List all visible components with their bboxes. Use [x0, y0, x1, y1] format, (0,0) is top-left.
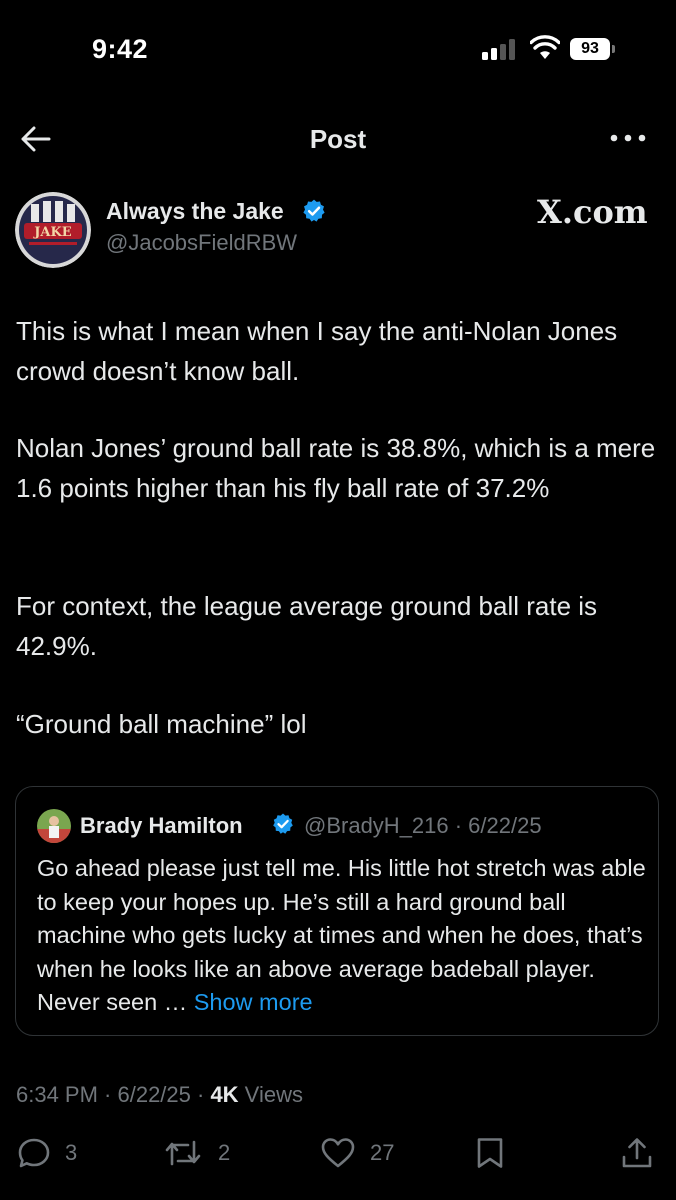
wifi-icon	[530, 35, 560, 59]
repost-icon	[165, 1140, 201, 1166]
repost-button[interactable]: 2	[164, 1136, 244, 1170]
page-title: Post	[309, 124, 367, 154]
bookmark-button[interactable]	[473, 1136, 507, 1170]
bookmark-icon	[477, 1138, 503, 1168]
view-count: 4K	[210, 1082, 239, 1107]
verified-badge-icon	[303, 199, 325, 222]
reply-button[interactable]: 3	[17, 1136, 97, 1170]
share-icon	[622, 1138, 652, 1168]
post-paragraph: This is what I mean when I say the anti-…	[16, 316, 618, 386]
reply-icon	[18, 1138, 50, 1168]
post-paragraph: “Ground ball machine” lol	[16, 709, 307, 739]
post-paragraph: Nolan Jones’ ground ball rate is 38.8%, …	[16, 433, 656, 503]
x-com-logo: X.com	[537, 193, 648, 231]
reply-count: 3	[65, 1140, 78, 1165]
post-metadata: 6:34 PM · 6/22/25 · 4K Views	[16, 1082, 303, 1108]
share-button[interactable]	[620, 1136, 654, 1170]
quoted-post-text: Go ahead please just tell me. His little…	[37, 852, 647, 1020]
battery-icon: 93	[570, 38, 616, 60]
verified-badge-icon	[273, 813, 293, 834]
like-count: 27	[370, 1140, 395, 1165]
repost-count: 2	[218, 1140, 231, 1165]
views-label: Views	[238, 1082, 303, 1107]
post-paragraph: For context, the league average ground b…	[16, 591, 598, 661]
quoted-author-name: Brady Hamilton	[80, 813, 243, 838]
heart-icon	[321, 1138, 355, 1168]
author-avatar[interactable]: JAKE	[15, 192, 91, 268]
status-time: 9:42	[92, 34, 149, 64]
quoted-author-avatar	[37, 809, 71, 843]
svg-text:JAKE: JAKE	[33, 225, 72, 240]
like-button[interactable]: 27	[320, 1136, 400, 1170]
quoted-handle-date: @BradyH_216 · 6/22/25	[304, 813, 542, 838]
author-name[interactable]: Always the Jake	[106, 198, 284, 225]
battery-level: 93	[570, 38, 610, 60]
post-timestamp: 6:34 PM · 6/22/25 ·	[16, 1082, 211, 1107]
more-options-icon[interactable]	[608, 128, 648, 148]
quoted-text-body: Go ahead please just tell me. His little…	[37, 855, 646, 1015]
author-handle[interactable]: @JacobsFieldRBW	[106, 230, 297, 256]
cellular-signal-icon	[482, 38, 520, 60]
show-more-link[interactable]: Show more	[194, 989, 313, 1015]
